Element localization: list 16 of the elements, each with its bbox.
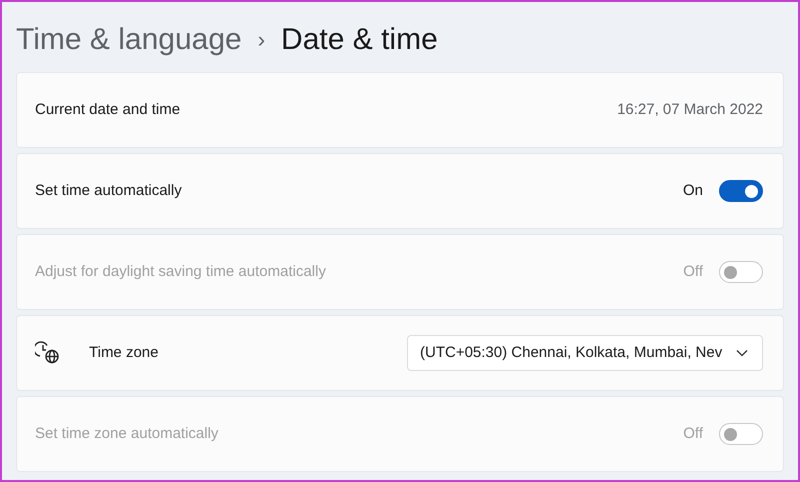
toggle-switch[interactable] <box>719 180 763 202</box>
chevron-down-icon <box>736 349 748 357</box>
breadcrumb-separator: › <box>258 26 266 54</box>
setting-label: Current date and time <box>35 100 180 120</box>
toggle-state-label: Off <box>683 262 703 282</box>
toggle-state-label: Off <box>683 424 703 444</box>
setting-label: Adjust for daylight saving time automatically <box>35 262 326 282</box>
setting-label: Set time zone automatically <box>35 424 218 444</box>
time-zone-dropdown[interactable]: (UTC+05:30) Chennai, Kolkata, Mumbai, Nev <box>407 335 763 371</box>
setting-label: Set time automatically <box>35 180 182 201</box>
breadcrumb-parent[interactable]: Time & language <box>16 16 242 62</box>
clock-globe-icon <box>35 341 61 365</box>
page-title: Date & time <box>281 22 438 58</box>
date-time-value: 16:27, 07 March 2022 <box>617 100 763 120</box>
toggle-state-label: On <box>682 180 703 201</box>
setting-label: Time zone <box>89 342 158 363</box>
